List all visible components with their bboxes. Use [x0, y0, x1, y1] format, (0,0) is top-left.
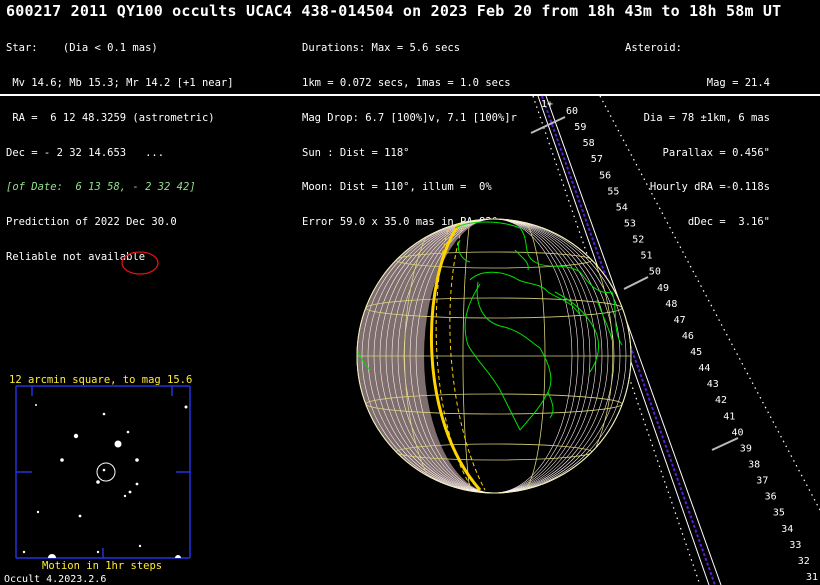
minute-tick-label: 44 — [698, 363, 710, 374]
minute-tick-label: 49 — [657, 283, 669, 294]
minute-tick-label: 55 — [607, 186, 619, 197]
minute-tick-label: 39 — [740, 443, 752, 454]
minute-tick-label: 32 — [798, 556, 810, 567]
minute-tick-label: 47 — [674, 315, 686, 326]
minute-tick-label: 36 — [765, 492, 777, 503]
minute-tick-label: 34 — [781, 524, 793, 535]
software-version: Occult 4.2023.2.6 — [4, 574, 107, 585]
earth-globe — [356, 218, 632, 494]
minute-tick-label: 38 — [748, 460, 760, 471]
star-chart-label: 12 arcmin square, to mag 15.6 — [9, 374, 193, 386]
motion-label: Motion in 1hr steps — [42, 560, 163, 572]
star-chart — [15, 385, 191, 559]
minute-tick-label: 43 — [707, 379, 719, 390]
minute-tick-label: 46 — [682, 331, 694, 342]
path-outer-limit-right — [599, 95, 820, 511]
minute-tick-label: 50 — [649, 267, 661, 278]
occultation-map[interactable]: 60 59 58 57 56 55 54 53 52 51 50 49 48 47 46 45 44 43 42 41… — [0, 0, 820, 585]
minute-tick-label: 52 — [632, 235, 644, 246]
minute-tick-label: 57 — [591, 154, 603, 165]
minute-tick-label: 41 — [723, 411, 735, 422]
minute-tick-label: 42 — [715, 395, 727, 406]
minute-tick-label: 37 — [756, 476, 768, 487]
minute-tick-label: 35 — [773, 508, 785, 519]
minute-tick-label: 51 — [641, 251, 653, 262]
minute-tick-label: 54 — [616, 202, 628, 213]
minute-tick-label: 58 — [583, 138, 595, 149]
minute-tick-label: 53 — [624, 219, 636, 230]
minute-tick-label: 33 — [789, 540, 801, 551]
path-start-marker: 1+ — [541, 99, 553, 110]
minute-tick-label: 40 — [732, 427, 744, 438]
minute-tick-label: 45 — [690, 347, 702, 358]
minute-tick-label: 31 — [806, 572, 818, 583]
minute-tick-label: 59 — [574, 122, 586, 133]
minute-tick-label: 48 — [665, 299, 677, 310]
target-star-marker[interactable] — [96, 462, 116, 482]
error-ellipse[interactable] — [121, 251, 159, 275]
minute-tick-label: 56 — [599, 170, 611, 181]
minute-tick-label: 60 — [566, 106, 578, 117]
